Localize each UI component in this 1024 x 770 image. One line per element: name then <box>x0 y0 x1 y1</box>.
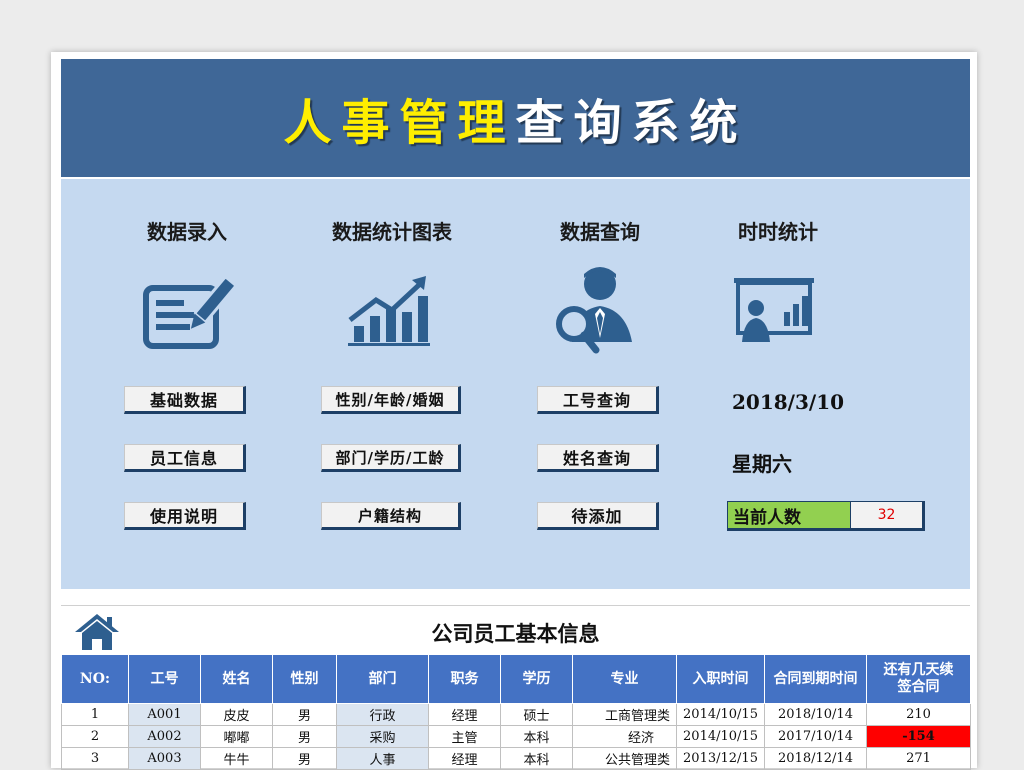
cell-hire-date: 2014/10/15 <box>676 725 765 748</box>
section-title-query: 数据查询 <box>560 220 640 244</box>
table-row[interactable]: 1 A001 皮皮 男 行政 经理 硕士 工商管理类 2014/10/15 20… <box>61 703 971 726</box>
cell-name: 皮皮 <box>200 703 273 726</box>
col-header-name: 姓名 <box>200 654 273 704</box>
title-highlight: 人事管理 <box>283 95 516 151</box>
dept-edu-seniority-button[interactable]: 部门/学历/工龄 <box>321 444 461 472</box>
section-title-stats: 数据统计图表 <box>332 220 452 244</box>
cell-position: 经理 <box>428 747 501 770</box>
cell-department: 采购 <box>336 725 429 748</box>
person-magnifier-icon <box>556 267 632 354</box>
cell-no: 2 <box>61 725 129 748</box>
cell-education: 本科 <box>500 725 573 748</box>
table-title: 公司员工基本信息 <box>431 621 600 646</box>
title-rest: 查询系统 <box>515 95 748 151</box>
headcount-label: 当前人数 <box>728 502 851 528</box>
col-header-contract-end: 合同到期时间 <box>764 654 867 704</box>
col-header-no: NO: <box>61 654 129 704</box>
cell-department: 行政 <box>336 703 429 726</box>
col-header-gender: 性别 <box>272 654 337 704</box>
employee-info-button[interactable]: 员工信息 <box>124 444 246 472</box>
headcount-box: 当前人数 32 <box>727 501 925 531</box>
col-header-days-to-renew: 还有几天续 签合同 <box>866 654 971 704</box>
cell-contract-end: 2018/12/14 <box>764 747 867 770</box>
cell-no: 3 <box>61 747 129 770</box>
cell-contract-end: 2017/10/14 <box>764 725 867 748</box>
cell-contract-end: 2018/10/14 <box>764 703 867 726</box>
cell-gender: 男 <box>272 747 337 770</box>
user-guide-button[interactable]: 使用说明 <box>124 502 246 530</box>
section-title-entry: 数据录入 <box>147 220 227 244</box>
cell-education: 硕士 <box>500 703 573 726</box>
cell-hire-date: 2014/10/15 <box>676 703 765 726</box>
cell-id: A002 <box>128 725 201 748</box>
col-header-hire-date: 入职时间 <box>676 654 765 704</box>
current-date: 2018/3/10 <box>732 390 845 414</box>
cell-department: 人事 <box>336 747 429 770</box>
cell-gender: 男 <box>272 703 337 726</box>
employee-table: NO: 工号 姓名 性别 部门 职务 学历 专业 入职时间 合同到期时间 还有几… <box>61 654 971 770</box>
cell-no: 1 <box>61 703 129 726</box>
cell-hire-date: 2013/12/15 <box>676 747 765 770</box>
cell-major: 公共管理类 <box>572 747 677 770</box>
table-header-row: NO: 工号 姓名 性别 部门 职务 学历 专业 入职时间 合同到期时间 还有几… <box>61 654 971 704</box>
id-query-button[interactable]: 工号查询 <box>537 386 659 414</box>
table-row[interactable]: 3 A003 牛牛 男 人事 经理 本科 公共管理类 2013/12/15 20… <box>61 747 971 770</box>
cell-name: 嘟嘟 <box>200 725 273 748</box>
table-title-bar: 公司员工基本信息 <box>61 605 970 654</box>
cell-position: 主管 <box>428 725 501 748</box>
cell-education: 本科 <box>500 747 573 770</box>
col-header-education: 学历 <box>500 654 573 704</box>
cell-position: 经理 <box>428 703 501 726</box>
cell-days-to-renew: 271 <box>866 747 971 770</box>
presentation-board-icon <box>734 278 814 342</box>
cell-days-to-renew: 210 <box>866 703 971 726</box>
current-weekday: 星期六 <box>732 452 792 476</box>
cell-id: A003 <box>128 747 201 770</box>
cell-major: 工商管理类 <box>572 703 677 726</box>
col-header-department: 部门 <box>336 654 429 704</box>
cell-days-to-renew-overdue: -154 <box>866 725 971 748</box>
basic-data-button[interactable]: 基础数据 <box>124 386 246 414</box>
cell-name: 牛牛 <box>200 747 273 770</box>
form-pen-icon <box>143 276 236 349</box>
headcount-value: 32 <box>877 507 896 523</box>
cell-major: 经济 <box>572 725 677 748</box>
household-structure-button[interactable]: 户籍结构 <box>321 502 461 530</box>
chart-growth-icon <box>348 276 430 346</box>
cell-id: A001 <box>128 703 201 726</box>
table-row[interactable]: 2 A002 嘟嘟 男 采购 主管 本科 经济 2014/10/15 2017/… <box>61 725 971 748</box>
cell-gender: 男 <box>272 725 337 748</box>
to-be-added-button[interactable]: 待添加 <box>537 502 659 530</box>
section-title-realtime: 时时统计 <box>738 220 818 244</box>
gender-age-marriage-button[interactable]: 性别/年龄/婚姻 <box>321 386 461 414</box>
col-header-major: 专业 <box>572 654 677 704</box>
name-query-button[interactable]: 姓名查询 <box>537 444 659 472</box>
col-header-position: 职务 <box>428 654 501 704</box>
col-header-id: 工号 <box>128 654 201 704</box>
app-title-banner: 人事管理 查询系统 <box>61 59 970 177</box>
